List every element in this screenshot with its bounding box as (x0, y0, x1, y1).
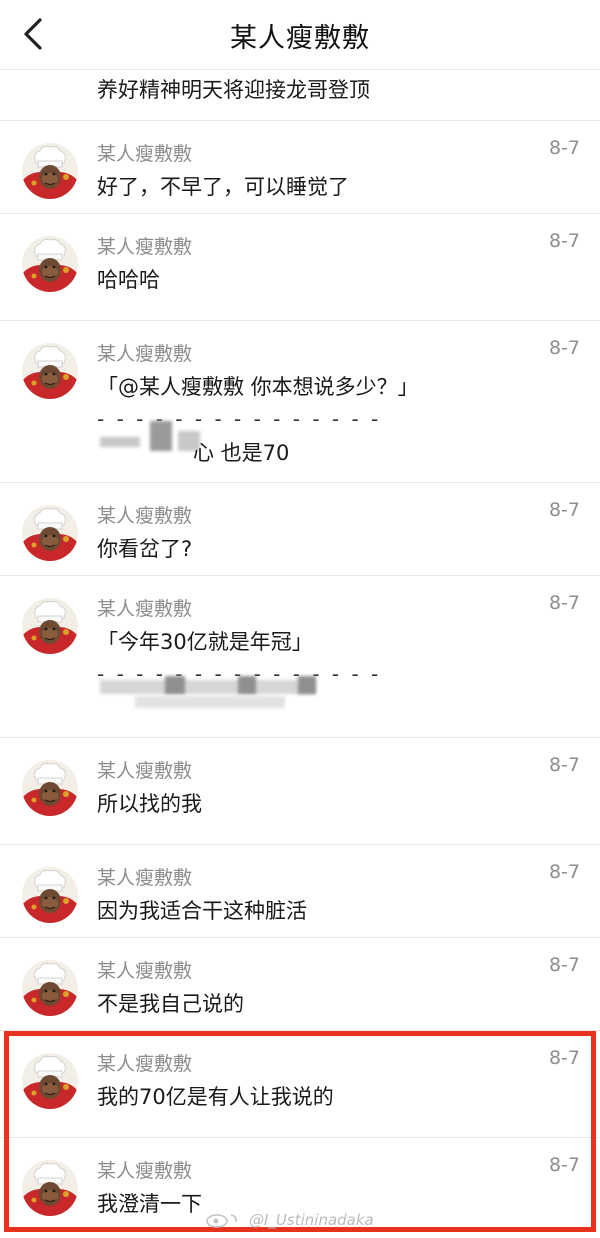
message-date: 8-7 (548, 592, 580, 614)
redacted-block (150, 421, 172, 451)
message-text: 我澄清一下 (97, 1192, 202, 1216)
message-row[interactable]: 某人瘦敷敷 8-7 哈哈哈 (0, 214, 600, 321)
message-date: 8-7 (548, 754, 580, 776)
reply-text: 心 也是70 (193, 441, 290, 465)
page-title: 某人瘦敷敷 (230, 23, 370, 54)
redacted-block (100, 437, 140, 447)
redacted-block (165, 676, 185, 694)
message-row[interactable]: 某人瘦敷敷 8-7 因为我适合干这种脏活 (0, 845, 600, 938)
watermark-text: @I_Ustininadaka (249, 1211, 374, 1229)
sender-name: 某人瘦敷敷 (97, 960, 193, 982)
message-date: 8-7 (548, 137, 580, 159)
redacted-block (238, 676, 256, 694)
redacted-block (298, 676, 316, 694)
sender-name: 某人瘦敷敷 (97, 143, 193, 165)
message-text: 因为我适合干这种脏活 (97, 899, 307, 923)
avatar[interactable] (22, 867, 78, 923)
message-row[interactable]: 某人瘦敷敷 8-7 好了，不早了，可以睡觉了 (0, 121, 600, 214)
sender-name: 某人瘦敷敷 (97, 1160, 193, 1182)
avatar[interactable] (22, 343, 78, 399)
message-text: 我的70亿是有人让我说的 (97, 1085, 334, 1109)
message-text: 所以找的我 (97, 792, 202, 816)
message-date: 8-7 (548, 1047, 580, 1069)
message-row[interactable]: 某人瘦敷敷 8-7 你看岔了? (0, 483, 600, 576)
message-text: 好了，不早了，可以睡觉了 (97, 175, 349, 199)
message-date: 8-7 (548, 230, 580, 252)
avatar[interactable] (22, 760, 78, 816)
avatar[interactable] (22, 236, 78, 292)
top-nav-bar: 某人瘦敷敷 (0, 0, 600, 70)
message-row[interactable]: 某人瘦敷敷 8-7 「今年30亿就是年冠」 - - - - - - - - - … (0, 576, 600, 738)
avatar[interactable] (22, 960, 78, 1016)
message-row[interactable]: 某人瘦敷敷 8-7 「@某人瘦敷敷 你本想说多少？」 - - - - - - -… (0, 321, 600, 483)
sender-name: 某人瘦敷敷 (97, 598, 193, 620)
sender-name: 某人瘦敷敷 (97, 760, 193, 782)
sender-name: 某人瘦敷敷 (97, 867, 193, 889)
avatar[interactable] (22, 598, 78, 654)
message-row[interactable]: 某人瘦敷敷 8-7 我的70亿是有人让我说的 (0, 1031, 600, 1138)
quoted-text: 「今年30亿就是年冠」 (97, 630, 313, 654)
sender-name: 某人瘦敷敷 (97, 505, 193, 527)
message-text: 养好精神明天将迎接龙哥登顶 (97, 78, 370, 102)
message-date: 8-7 (548, 499, 580, 521)
sender-name: 某人瘦敷敷 (97, 343, 193, 365)
avatar[interactable] (22, 505, 78, 561)
redacted-block (135, 696, 285, 708)
watermark: @I_Ustininadaka (205, 1207, 374, 1233)
message-text: 你看岔了? (97, 537, 193, 561)
message-date: 8-7 (548, 954, 580, 976)
message-date: 8-7 (548, 1154, 580, 1176)
message-text: 不是我自己说的 (97, 992, 244, 1016)
redacted-block (100, 680, 315, 694)
avatar[interactable] (22, 1053, 78, 1109)
sender-name: 某人瘦敷敷 (97, 1053, 193, 1075)
quote-divider: - - - - - - - - - - - - - - - (97, 407, 382, 431)
message-date: 8-7 (548, 861, 580, 883)
weibo-logo-icon (205, 1211, 245, 1229)
sender-name: 某人瘦敷敷 (97, 236, 193, 258)
avatar[interactable] (22, 143, 78, 199)
message-date: 8-7 (548, 337, 580, 359)
message-row[interactable]: 某人瘦敷敷 8-7 不是我自己说的 (0, 938, 600, 1031)
quoted-text: 「@某人瘦敷敷 你本想说多少？」 (97, 375, 419, 399)
avatar[interactable] (22, 1160, 78, 1216)
message-text: 哈哈哈 (97, 268, 160, 292)
message-row[interactable]: 某人瘦敷敷 8-7 所以找的我 (0, 738, 600, 845)
